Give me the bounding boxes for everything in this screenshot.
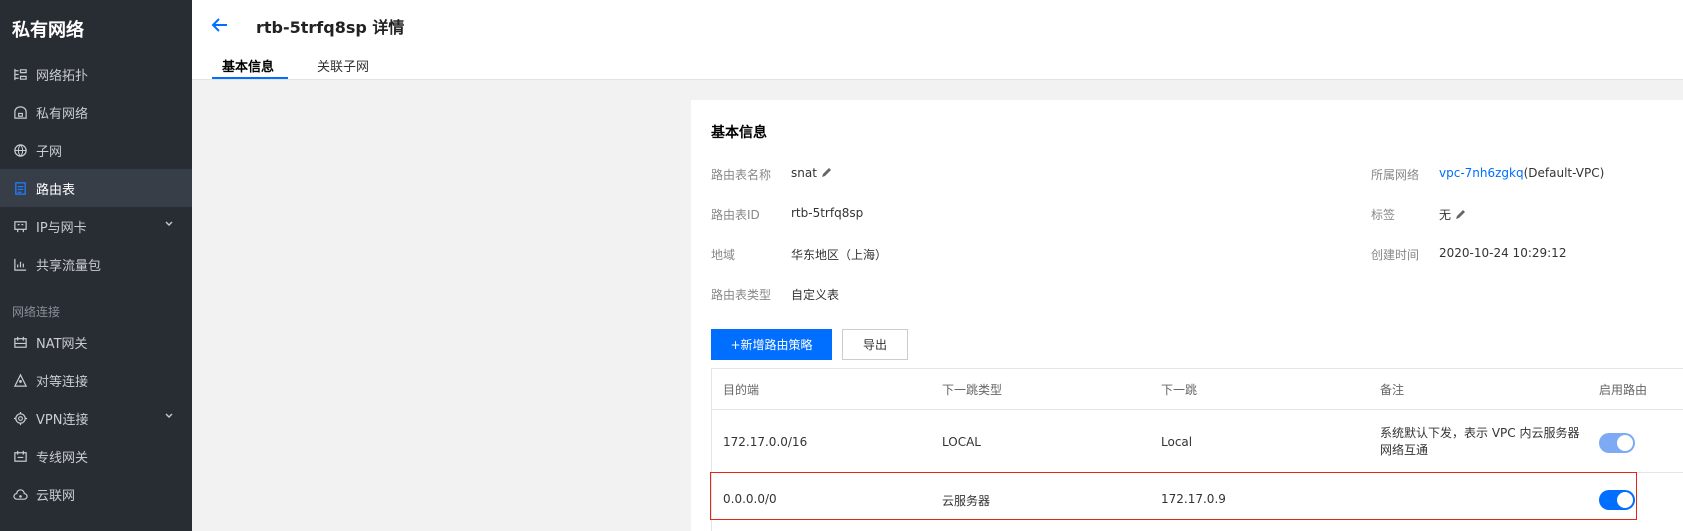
topology-icon	[12, 66, 28, 82]
sidebar-item-route-table[interactable]: 路由表	[0, 169, 192, 207]
column-header-note: 备注	[1380, 383, 1405, 397]
route-enabled-toggle[interactable]	[1599, 490, 1635, 510]
sidebar-item-label: 子网	[36, 144, 63, 160]
tags-value: 无	[1439, 208, 1452, 222]
dc-gateway-icon	[12, 448, 28, 464]
column-header-enabled: 启用路由	[1599, 383, 1648, 397]
route-table-icon	[12, 180, 28, 196]
row-divider	[712, 472, 1683, 473]
chevron-down-icon	[165, 221, 173, 226]
cell-next-hop: 172.17.0.9	[1161, 492, 1226, 506]
field-label-route-table-id: 路由表ID	[711, 208, 760, 222]
sidebar-item-label: IP与网卡	[36, 220, 87, 236]
field-label-route-table-type: 路由表类型	[711, 288, 772, 302]
field-value-created-time: 2020-10-24 10:29:12	[1439, 246, 1567, 260]
field-label-region: 地域	[711, 248, 736, 262]
sidebar-item-shared-traffic[interactable]: 共享流量包	[0, 245, 192, 283]
field-label-created-time: 创建时间	[1371, 248, 1420, 262]
sidebar: 私有网络 网络拓扑 私有网络 子网 路由表 IP与网卡 共享流量包 网络连接 N…	[0, 0, 192, 531]
sidebar-item-label: 私有网络	[36, 106, 89, 122]
sidebar-item-label: 对等连接	[36, 374, 89, 390]
sidebar-item-vpn[interactable]: VPN连接	[0, 399, 192, 437]
edit-pencil-icon[interactable]	[820, 167, 832, 179]
field-label-tags: 标签	[1371, 208, 1396, 222]
cell-next-hop-type: LOCAL	[942, 435, 981, 449]
cell-destination: 0.0.0.0/0	[723, 492, 777, 506]
nic-icon	[12, 218, 28, 234]
page-header: rtb-5trfq8sp 详情 基本信息 关联子网	[192, 0, 1683, 80]
sidebar-item-dc-gateway[interactable]: 专线网关	[0, 437, 192, 475]
vpc-link[interactable]: vpc-7nh6zgkq	[1439, 166, 1524, 180]
field-value-route-table-type: 自定义表	[791, 288, 840, 302]
active-tab-indicator	[212, 77, 288, 79]
field-label-route-table-name: 路由表名称	[711, 168, 772, 182]
column-header-next-hop-type: 下一跳类型	[942, 383, 1003, 397]
sidebar-item-peering[interactable]: 对等连接	[0, 361, 192, 399]
field-label-vpc: 所属网络	[1371, 168, 1420, 182]
field-value-region: 华东地区（上海）	[791, 248, 888, 262]
column-header-next-hop: 下一跳	[1161, 383, 1198, 397]
sidebar-item-subnet[interactable]: 子网	[0, 131, 192, 169]
vpn-icon	[12, 410, 28, 426]
sidebar-item-ip-nic[interactable]: IP与网卡	[0, 207, 192, 245]
export-button[interactable]: 导出	[842, 329, 908, 360]
sidebar-section-label: 网络连接	[12, 305, 61, 319]
cell-next-hop: Local	[1161, 435, 1193, 449]
cell-next-hop-type: 云服务器	[942, 494, 991, 508]
vpc-name: (Default-VPC)	[1523, 166, 1605, 180]
globe-icon	[12, 142, 28, 158]
sidebar-item-vpc[interactable]: 私有网络	[0, 93, 192, 131]
sidebar-item-ccn[interactable]: 云联网	[0, 475, 192, 513]
peering-icon	[12, 372, 28, 388]
bar-chart-icon	[12, 256, 28, 272]
header-divider	[712, 409, 1683, 410]
column-header-destination: 目的端	[723, 383, 760, 397]
sidebar-item-label: NAT网关	[36, 336, 88, 352]
field-value-route-table-id: rtb-5trfq8sp	[791, 206, 864, 220]
field-value-route-table-name: snat	[791, 166, 832, 180]
sidebar-title: 私有网络	[12, 20, 84, 41]
sidebar-item-label: 网络拓扑	[36, 68, 89, 84]
sidebar-item-label: VPN连接	[36, 412, 89, 428]
route-table: 目的端 下一跳类型 下一跳 备注 启用路由 172.17.0.0/16 LOCA…	[711, 368, 1683, 531]
ccn-icon	[12, 486, 28, 502]
field-value-tags: 无	[1439, 206, 1466, 223]
cell-destination: 172.17.0.0/16	[723, 435, 808, 449]
back-arrow-icon[interactable]	[210, 15, 230, 35]
section-title: 基本信息	[711, 125, 767, 141]
toggle-knob	[1617, 492, 1633, 508]
tab-associated-subnets[interactable]: 关联子网	[317, 56, 369, 75]
sidebar-item-topology[interactable]: 网络拓扑	[0, 55, 192, 93]
route-enabled-toggle[interactable]	[1599, 433, 1635, 453]
sidebar-item-label: 共享流量包	[36, 258, 102, 274]
route-table-name: snat	[791, 166, 817, 180]
sidebar-item-label: 路由表	[36, 182, 76, 198]
nat-gateway-icon	[12, 334, 28, 350]
sidebar-item-nat-gateway[interactable]: NAT网关	[0, 323, 192, 361]
page-title: rtb-5trfq8sp 详情	[256, 18, 405, 37]
basic-info-panel: 基本信息 路由表名称 snat 路由表ID rtb-5trfq8sp 地域 华东…	[691, 100, 1683, 531]
cell-note: 系统默认下发，表示 VPC 内云服务器网络互通	[1380, 426, 1580, 457]
add-route-button[interactable]: +新增路由策略	[711, 329, 832, 360]
field-value-vpc: vpc-7nh6zgkq (Default-VPC)	[1439, 166, 1604, 180]
sidebar-item-label: 专线网关	[36, 450, 89, 466]
sidebar-item-label: 云联网	[36, 488, 76, 504]
vpc-icon	[12, 104, 28, 120]
chevron-down-icon	[165, 413, 173, 418]
toggle-knob	[1617, 435, 1633, 451]
edit-pencil-icon[interactable]	[1454, 209, 1466, 221]
tab-basic-info[interactable]: 基本信息	[222, 56, 274, 75]
